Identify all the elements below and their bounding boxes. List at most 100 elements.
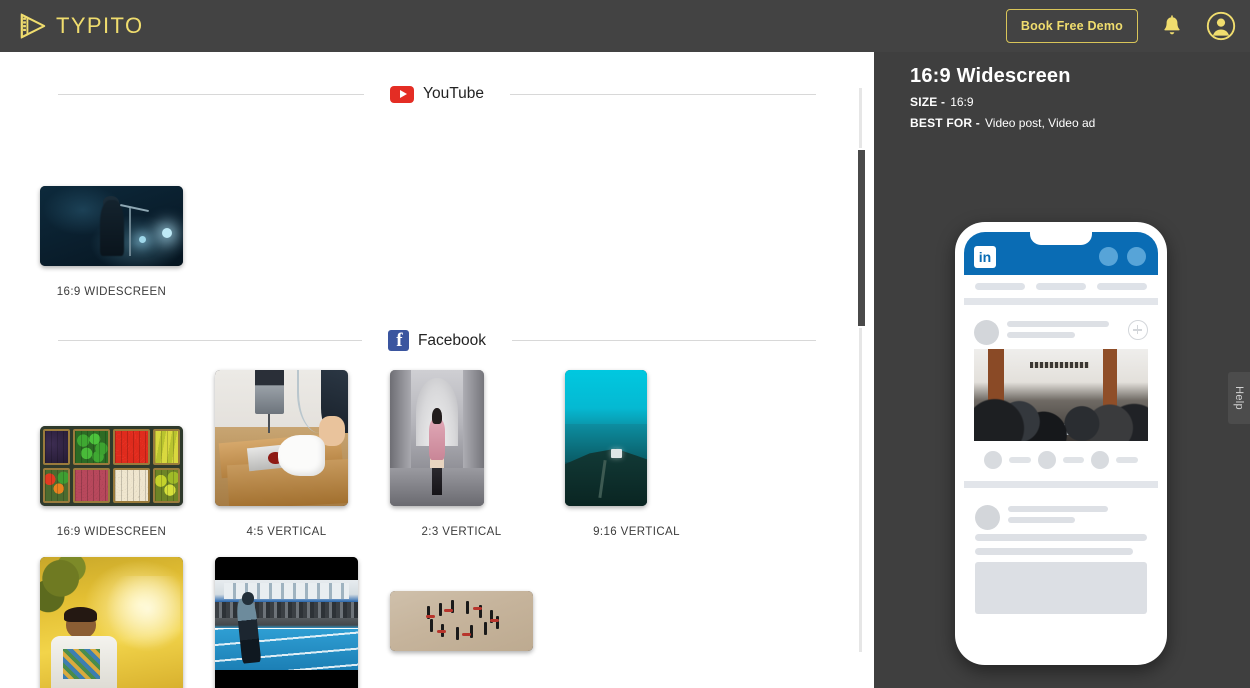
- office-meeting-artwork: [974, 349, 1148, 441]
- corridor-artwork: [390, 370, 484, 506]
- post-reaction-row: [974, 441, 1148, 481]
- help-tab-label: Help: [1233, 386, 1246, 410]
- thumbnail-wrapper: [40, 121, 215, 266]
- template-card[interactable]: 4:5 VERTICAL: [215, 361, 390, 538]
- template-thumbnail-4-5[interactable]: [215, 370, 348, 506]
- facebook-template-grid-row-1: 16:9 WIDESCREEN 4:5 VERTICAL 2:3 VERTICA…: [0, 361, 874, 538]
- gallery-scroll-content: YouTube 16:9 WIDESCREEN f Facebook 16:9 …: [0, 85, 874, 688]
- brand-name: TYPITO: [56, 13, 144, 38]
- section-header-facebook: f Facebook: [58, 330, 817, 351]
- feed-separator: [964, 481, 1158, 488]
- nav-placeholder-bar: [975, 283, 1025, 290]
- template-thumbnail-row2-a[interactable]: [40, 557, 183, 688]
- youtube-icon: [390, 85, 415, 103]
- template-thumbnail-2-3[interactable]: [390, 370, 484, 506]
- section-title-facebook: Facebook: [417, 331, 487, 349]
- preview-bestfor-row: BEST FOR - Video post, Video ad: [910, 116, 1250, 130]
- facebook-template-grid-row-2: [0, 548, 874, 688]
- top-header-bar: TYPITO Book Free Demo: [0, 0, 1250, 52]
- feed-post-card: [964, 305, 1158, 481]
- post-meta-placeholder: [1008, 506, 1147, 528]
- section-header-youtube: YouTube: [58, 85, 817, 103]
- vegetables-artwork: [40, 426, 183, 506]
- preview-size-row: SIZE - 16:9: [910, 95, 1250, 109]
- woodworking-artwork: [215, 370, 348, 506]
- template-label: 9:16 VERTICAL: [593, 526, 680, 538]
- help-tab[interactable]: Help: [1228, 372, 1250, 424]
- thumbnail-wrapper: [390, 548, 565, 688]
- template-thumbnail-row2-b[interactable]: [215, 557, 358, 688]
- template-card[interactable]: 9:16 VERTICAL: [565, 361, 740, 538]
- post-body-placeholder: [975, 534, 1147, 555]
- template-label: 2:3 VERTICAL: [421, 526, 502, 538]
- template-thumbnail-9-16[interactable]: [565, 370, 647, 506]
- linkedin-logo-icon: in: [974, 246, 996, 268]
- phone-notch: [1030, 232, 1092, 245]
- appbar-dot-icon: [1099, 247, 1118, 266]
- template-thumbnail-16-9[interactable]: [40, 186, 183, 266]
- film-play-logo-icon: [20, 13, 46, 39]
- brand-logo[interactable]: TYPITO: [18, 12, 143, 40]
- phone-mockup: in: [955, 222, 1167, 665]
- template-card[interactable]: [40, 548, 215, 688]
- thumbnail-wrapper: [40, 548, 215, 688]
- divider-line-left: [58, 93, 365, 95]
- scrollbar-thumb[interactable]: [856, 148, 867, 328]
- post-avatar: [974, 319, 999, 345]
- post-media-placeholder: [975, 562, 1147, 614]
- account-button[interactable]: [1206, 11, 1236, 41]
- phone-screen: in: [964, 232, 1158, 655]
- template-thumbnail-row2-c[interactable]: [390, 590, 533, 651]
- divider-line-right: [512, 340, 817, 341]
- header-actions: Book Free Demo: [1005, 9, 1236, 43]
- feed-post-card-secondary: [964, 488, 1158, 614]
- section-title-youtube: YouTube: [423, 85, 484, 102]
- preview-bestfor-label: BEST FOR -: [910, 116, 980, 130]
- template-label: 4:5 VERTICAL: [246, 526, 327, 538]
- vertical-scrollbar[interactable]: [856, 52, 868, 688]
- template-thumbnail-16-9[interactable]: [40, 426, 183, 506]
- linkedin-navbar-placeholder: [964, 275, 1158, 298]
- coastline-artwork: [565, 370, 647, 506]
- follow-plus-icon: [1128, 320, 1148, 340]
- book-free-demo-button[interactable]: Book Free Demo: [1005, 9, 1138, 43]
- beach-aerial-artwork: [390, 590, 533, 651]
- main-body: YouTube 16:9 WIDESCREEN f Facebook 16:9 …: [0, 52, 1250, 688]
- feed-separator: [964, 298, 1158, 305]
- template-card[interactable]: 16:9 WIDESCREEN: [40, 361, 215, 538]
- template-label: 16:9 WIDESCREEN: [56, 286, 167, 298]
- template-card[interactable]: 16:9 WIDESCREEN: [40, 121, 215, 298]
- child-sunlight-artwork: [40, 557, 183, 688]
- nav-placeholder-bar: [1097, 283, 1147, 290]
- preview-bestfor-value: Video post, Video ad: [985, 116, 1096, 130]
- divider-line-left: [58, 340, 362, 341]
- divider-line-right: [509, 93, 817, 95]
- thumbnail-wrapper: [215, 548, 390, 688]
- thumbnail-wrapper: [40, 361, 215, 506]
- preview-size-value: 16:9: [950, 95, 974, 109]
- template-label: 16:9 WIDESCREEN: [56, 526, 167, 538]
- post-meta-placeholder: [1007, 321, 1148, 343]
- post-avatar: [975, 504, 1000, 530]
- thumbnail-wrapper: [565, 361, 740, 506]
- bell-icon: [1164, 14, 1180, 34]
- facebook-icon: f: [387, 330, 409, 351]
- post-header: [974, 315, 1148, 349]
- thumbnail-wrapper: [390, 361, 565, 506]
- notifications-button[interactable]: [1160, 14, 1184, 39]
- nav-placeholder-bar: [1036, 283, 1086, 290]
- youtube-template-grid: 16:9 WIDESCREEN: [0, 121, 874, 298]
- preview-title: 16:9 Widescreen: [910, 65, 1071, 87]
- template-card[interactable]: [390, 548, 565, 688]
- template-gallery-pane: YouTube 16:9 WIDESCREEN f Facebook 16:9 …: [0, 52, 874, 688]
- concert-artwork: [40, 186, 183, 266]
- template-card[interactable]: 2:3 VERTICAL: [390, 361, 565, 538]
- template-card[interactable]: [215, 548, 390, 688]
- athletics-track-artwork: [215, 557, 358, 688]
- post-media-preview: [974, 349, 1148, 441]
- user-avatar-icon: [1206, 11, 1236, 41]
- post-header: [975, 500, 1147, 534]
- appbar-dot-icon: [1127, 247, 1146, 266]
- thumbnail-wrapper: [215, 361, 390, 506]
- preview-size-label: SIZE -: [910, 95, 946, 109]
